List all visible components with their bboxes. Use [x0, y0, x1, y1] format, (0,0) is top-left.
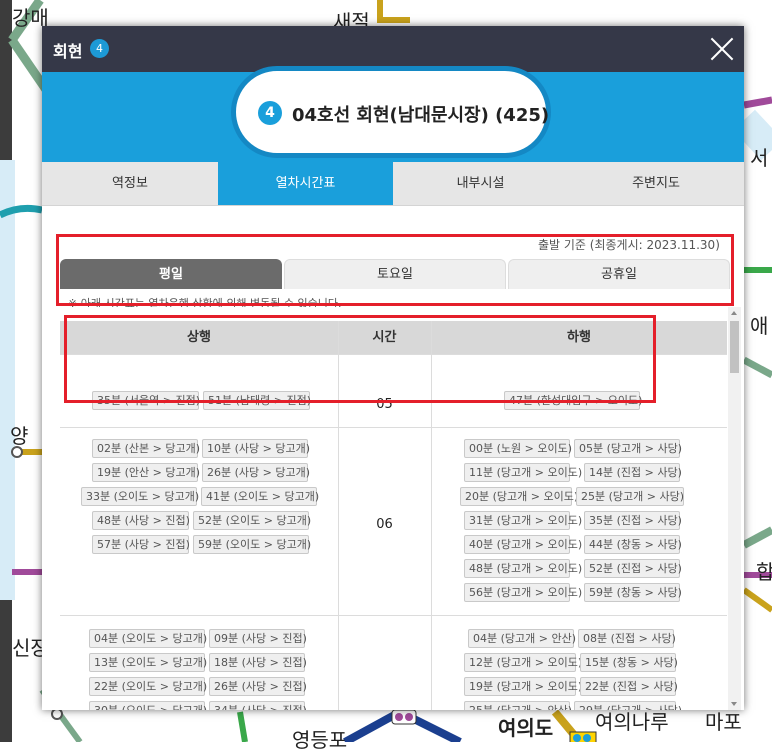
- tab-holiday[interactable]: 공휴일: [508, 259, 730, 289]
- tab-station-info[interactable]: 역정보: [42, 162, 218, 205]
- departure-chip[interactable]: 19분 (안산 > 당고개): [92, 463, 200, 482]
- tab-facilities[interactable]: 내부시설: [393, 162, 568, 205]
- departure-chip[interactable]: 13분 (오이도 > 당고개): [89, 653, 207, 672]
- departure-chip[interactable]: 26분 (사당 > 진접): [209, 677, 307, 696]
- tab-saturday[interactable]: 토요일: [284, 259, 506, 289]
- tab-nearby-map[interactable]: 주변지도: [568, 162, 744, 205]
- line-number-badge: 4: [258, 101, 282, 125]
- map-label: 여의나루: [595, 710, 669, 734]
- departure-chip[interactable]: 10분 (사당 > 당고개): [202, 439, 310, 458]
- column-divider: [338, 321, 339, 710]
- departure-chip[interactable]: 22분 (진접 > 사당): [580, 677, 678, 696]
- info-tabs: 역정보 열차시간표 내부시설 주변지도: [42, 162, 744, 206]
- timetable-notice: ※ 아래 시간표는 열차운행 상황에 의해 변동될 수 있습니다.: [68, 297, 342, 307]
- departure-chip[interactable]: 02분 (산본 > 당고개): [92, 439, 200, 458]
- day-tabs: 평일 토요일 공휴일: [60, 259, 730, 289]
- departure-chip[interactable]: 40분 (당고개 > 오이도): [464, 535, 582, 554]
- departure-chip[interactable]: 05분 (당고개 > 사당): [574, 439, 682, 458]
- column-header-down: 하행: [567, 330, 591, 345]
- close-button[interactable]: [708, 35, 736, 63]
- row-divider: [60, 427, 727, 428]
- departure-chip[interactable]: 41분 (오이도 > 당고개): [201, 487, 319, 506]
- departure-chip[interactable]: 11분 (당고개 > 오이도): [464, 463, 582, 482]
- departure-chip[interactable]: 20분 (당고개 > 오이도): [460, 487, 578, 506]
- departure-chip[interactable]: 25분 (당고개 > 사당): [576, 487, 684, 506]
- departure-chip[interactable]: 22분 (오이도 > 당고개): [89, 677, 207, 696]
- departure-chip[interactable]: 35분 (진접 > 사당): [584, 511, 682, 530]
- departure-chip[interactable]: 04분 (당고개 > 안산): [468, 629, 576, 648]
- departure-chip[interactable]: 52분 (진접 > 사당): [584, 559, 682, 578]
- row-divider: [60, 615, 727, 616]
- hour-cell: 05: [376, 397, 393, 412]
- departure-chip[interactable]: 18분 (사당 > 진접): [209, 653, 307, 672]
- departure-chip[interactable]: 08분 (진접 > 사당): [578, 629, 676, 648]
- departure-chip[interactable]: 52분 (오이도 > 당고개): [193, 511, 311, 530]
- station-name-pill: 4 04호선 회현(남대문시장) (425): [231, 66, 551, 158]
- departure-chip[interactable]: 59분 (창동 > 사당): [584, 583, 682, 602]
- departure-chip[interactable]: 14분 (진접 > 사당): [584, 463, 682, 482]
- timetable-content: 출발 기준 (최종게시: 2023.11.30) 평일 토요일 공휴일 ※ 아래…: [42, 205, 744, 710]
- departure-chip[interactable]: 25분 (당고개 > 안산): [464, 701, 572, 710]
- map-label: 마포: [705, 710, 742, 734]
- station-popup: 회현 4 4 04호선 회현(남대문시장) (425) 역정보 열차시간표 내부…: [42, 26, 744, 710]
- departure-chip[interactable]: 30분 (오이도 > 당고개): [89, 701, 207, 710]
- departure-chip[interactable]: 51분 (남태령 > 진접): [203, 391, 311, 410]
- departure-chip[interactable]: 31분 (당고개 > 오이도): [464, 511, 582, 530]
- departure-chip[interactable]: 15분 (창동 > 사당): [580, 653, 678, 672]
- map-label: 양: [10, 424, 29, 448]
- departure-chip[interactable]: 35분 (서울역 > 진접): [92, 391, 200, 410]
- departure-chip[interactable]: 57분 (사당 > 진접): [92, 535, 190, 554]
- departure-chip[interactable]: 26분 (사당 > 당고개): [202, 463, 310, 482]
- departure-chip[interactable]: 44분 (창동 > 사당): [584, 535, 682, 554]
- departure-chip[interactable]: 48분 (사당 > 진접): [92, 511, 190, 530]
- column-header-up: 상행: [187, 330, 211, 345]
- timetable-header: 상행 시간 하행: [60, 321, 727, 354]
- departure-chip[interactable]: 12분 (당고개 > 오이도): [464, 653, 582, 672]
- scrollbar-thumb[interactable]: [730, 321, 739, 373]
- scroll-up-arrow-icon[interactable]: [731, 311, 737, 315]
- column-header-hour: 시간: [372, 330, 397, 345]
- map-label: 여의도: [498, 716, 554, 740]
- departure-chip[interactable]: 29분 (당고개 > 사당): [574, 701, 682, 710]
- departure-chip[interactable]: 48분 (당고개 > 오이도): [464, 559, 582, 578]
- timetable-scroll-area[interactable]: 상행 시간 하행 05 06 35분 (서울역 > 진접) 51분 (남태령 >…: [60, 307, 727, 710]
- departure-chip[interactable]: 56분 (당고개 > 오이도): [464, 583, 582, 602]
- line-badge: 4: [90, 39, 109, 58]
- tab-timetable[interactable]: 열차시간표: [218, 162, 393, 205]
- timetable-scrollbar[interactable]: [728, 307, 741, 710]
- column-divider: [431, 321, 432, 710]
- map-label: 서: [750, 146, 769, 170]
- popup-title: 회현: [53, 42, 83, 61]
- hour-cell: 06: [376, 517, 393, 532]
- map-label: 영등포: [292, 728, 348, 752]
- departure-chip[interactable]: 47분 (한성대입구 > 오이도): [504, 391, 642, 410]
- departure-chip[interactable]: 00분 (노원 > 오이도): [464, 439, 572, 458]
- timetable-basis: 출발 기준 (최종게시: 2023.11.30): [538, 238, 720, 252]
- departure-chip[interactable]: 59분 (오이도 > 당고개): [193, 535, 311, 554]
- departure-chip[interactable]: 33분 (오이도 > 당고개): [81, 487, 199, 506]
- row-divider: [60, 354, 727, 355]
- tab-weekday[interactable]: 평일: [60, 259, 282, 289]
- station-name: 04호선 회현(남대문시장) (425): [292, 105, 550, 126]
- departure-chip[interactable]: 09분 (사당 > 진접): [209, 629, 307, 648]
- map-label: 합: [756, 560, 772, 584]
- scroll-down-arrow-icon[interactable]: [731, 702, 737, 706]
- departure-chip[interactable]: 04분 (오이도 > 당고개): [89, 629, 207, 648]
- departure-chip[interactable]: 19분 (당고개 > 오이도): [464, 677, 582, 696]
- departure-chip[interactable]: 34분 (사당 > 진접): [209, 701, 307, 710]
- map-label: 애: [750, 314, 769, 338]
